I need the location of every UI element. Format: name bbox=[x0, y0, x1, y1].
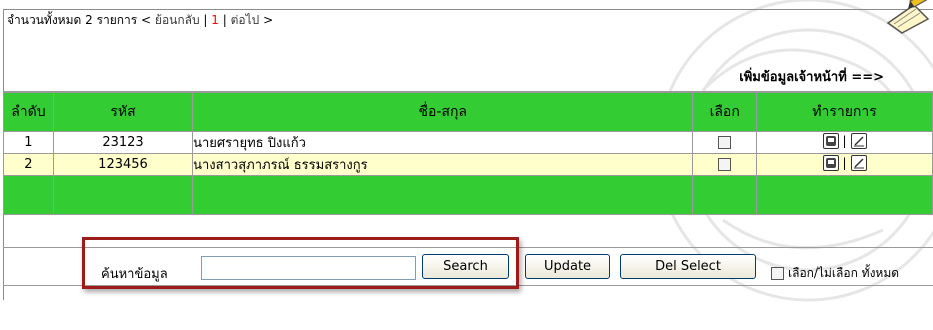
header-code: รหัส bbox=[52, 92, 194, 132]
view-icon[interactable] bbox=[822, 133, 839, 149]
next-page-link[interactable]: ต่อไป bbox=[231, 13, 260, 27]
row-select-checkbox[interactable] bbox=[718, 158, 732, 171]
action-separator: | bbox=[842, 156, 847, 170]
del-select-button[interactable]: Del Select bbox=[620, 254, 756, 279]
pagination: จำนวนทั้งหมด 2 รายการ < ย้อนกลับ | 1 | ต… bbox=[7, 11, 273, 29]
edit-icon[interactable] bbox=[850, 133, 867, 149]
table-row: 1 23123 นายศรายุทธ ปิงแก้ว | bbox=[3, 131, 933, 154]
action-separator: | bbox=[842, 134, 847, 148]
search-label: ค้นหาข้อมูล bbox=[101, 267, 168, 282]
header-select: เลือก bbox=[692, 92, 758, 132]
row-name: นางสาวสุภาภรณ์ ธรรมสรางกูร bbox=[192, 153, 694, 176]
add-staff-link[interactable]: เพิ่มข้อมูลเจ้าหน้าที่ ==> bbox=[739, 66, 884, 87]
row-code: 23123 bbox=[52, 131, 194, 154]
row-name: นายศรายุทธ ปิงแก้ว bbox=[192, 131, 694, 154]
view-icon[interactable] bbox=[822, 155, 839, 171]
row-select-checkbox[interactable] bbox=[718, 136, 732, 149]
add-pencil-icon[interactable] bbox=[884, 0, 932, 35]
edit-icon[interactable] bbox=[850, 155, 867, 171]
select-all-checkbox[interactable] bbox=[771, 267, 784, 280]
search-input[interactable] bbox=[201, 256, 416, 280]
search-bar: ค้นหาข้อมูล Search Update Del Select เลื… bbox=[3, 247, 933, 286]
staff-table: ลำดับ รหัส ชื่อ-สกุล เลือก ทำรายการ 1 23… bbox=[3, 92, 933, 215]
add-row: เพิ่มข้อมูลเจ้าหน้าที่ ==> bbox=[3, 34, 933, 92]
update-button[interactable]: Update bbox=[525, 254, 610, 279]
pagination-separator: | bbox=[218, 13, 231, 27]
select-all: เลือก/ไม่เลือก ทั้งหมด bbox=[771, 264, 899, 283]
search-button[interactable]: Search bbox=[422, 254, 509, 279]
pagination-tail: > bbox=[259, 13, 274, 27]
select-all-label: เลือก/ไม่เลือก ทั้งหมด bbox=[788, 266, 900, 280]
current-page-link[interactable]: 1 bbox=[211, 13, 219, 27]
table-header-row: ลำดับ รหัส ชื่อ-สกุล เลือก ทำรายการ bbox=[3, 92, 933, 132]
row-code: 123456 bbox=[52, 153, 194, 176]
header-index: ลำดับ bbox=[3, 92, 54, 132]
total-count-text: จำนวนทั้งหมด 2 รายการ < bbox=[7, 13, 155, 27]
header-actions: ทำรายการ bbox=[756, 92, 933, 132]
prev-page-link[interactable]: ย้อนกลับ bbox=[155, 13, 200, 27]
table-footer-row bbox=[3, 175, 933, 215]
table-row: 2 123456 นางสาวสุภาภรณ์ ธรรมสรางกูร | bbox=[3, 153, 933, 176]
pagination-separator: | bbox=[199, 13, 212, 27]
row-index: 1 bbox=[3, 131, 54, 154]
row-index: 2 bbox=[3, 153, 54, 176]
header-name: ชื่อ-สกุล bbox=[192, 92, 694, 132]
